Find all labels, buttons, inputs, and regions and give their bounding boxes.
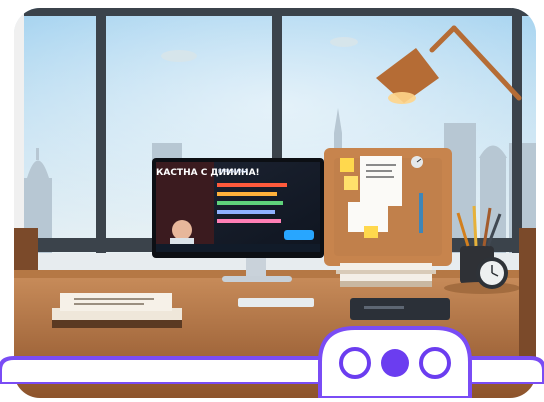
book-stack xyxy=(52,293,182,328)
carousel-dot-2[interactable] xyxy=(381,349,409,377)
carousel-pager xyxy=(300,318,490,400)
monitor-app-header: ΚΡΑΚΑΝΙΜΑ xyxy=(218,169,248,175)
paper-stack xyxy=(336,263,436,287)
scene: КАСТНА С ДИИИНА! ΚΡΑΚΑΝΙΜΑ xyxy=(0,0,544,400)
pager-svg xyxy=(318,326,472,400)
corkboard-icon xyxy=(324,148,452,266)
keyboard xyxy=(238,298,314,307)
carousel-dot-3[interactable] xyxy=(419,347,451,379)
carousel-dot-1[interactable] xyxy=(339,347,371,379)
